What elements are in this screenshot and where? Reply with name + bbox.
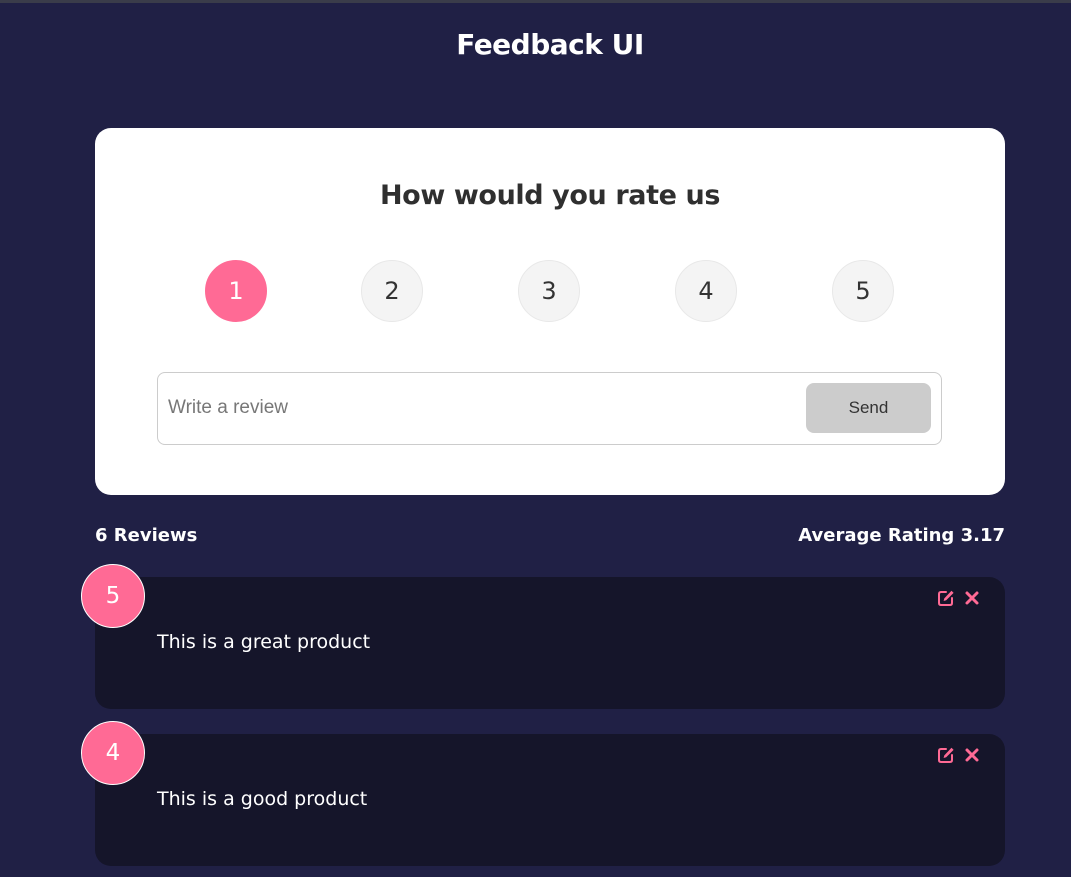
review-input[interactable] (168, 391, 788, 425)
reviews-count: 6 Reviews (95, 525, 198, 546)
average-rating: Average Rating 3.17 (798, 525, 1005, 546)
close-icon (965, 748, 979, 762)
window-top-border (0, 0, 1071, 3)
rating-heading: How would you rate us (379, 180, 720, 211)
edit-review-button[interactable] (937, 746, 955, 764)
review-rating-badge: 5 (81, 564, 145, 628)
rating-option-2[interactable]: 2 (361, 260, 423, 322)
send-button[interactable]: Send (806, 383, 931, 433)
edit-review-button[interactable] (937, 589, 955, 607)
rating-card: How would you rate us 1 2 3 4 5 Send (95, 128, 1005, 495)
review-rating-badge: 4 (81, 721, 145, 785)
rating-option-3[interactable]: 3 (518, 260, 580, 322)
rating-option-4[interactable]: 4 (675, 260, 737, 322)
edit-icon (938, 747, 954, 763)
review-card: 4 This is a good product (81, 721, 1005, 866)
delete-review-button[interactable] (963, 746, 981, 764)
review-form: Send (157, 372, 942, 445)
close-icon (965, 591, 979, 605)
review-text: This is a good product (157, 788, 368, 810)
rating-option-1[interactable]: 1 (205, 260, 267, 322)
rating-option-5[interactable]: 5 (832, 260, 894, 322)
review-card: 5 This is a great product (81, 564, 1005, 709)
delete-review-button[interactable] (963, 589, 981, 607)
review-text: This is a great product (157, 631, 371, 653)
app-title: Feedback UI (456, 28, 644, 61)
edit-icon (938, 590, 954, 606)
